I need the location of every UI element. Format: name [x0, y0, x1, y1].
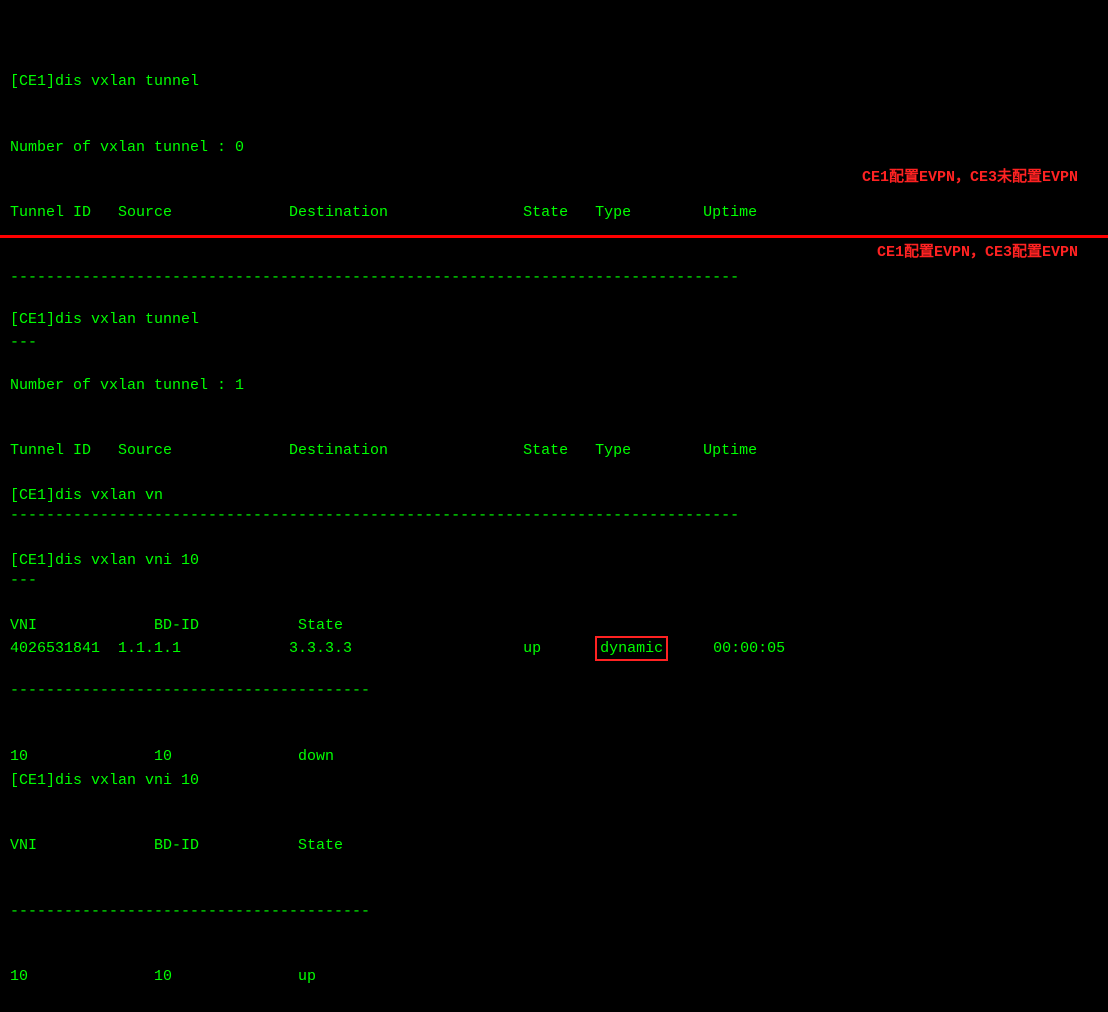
- dynamic-badge: dynamic: [595, 636, 668, 662]
- line-13: [CE1]dis vxlan tunnel: [10, 309, 785, 331]
- line-21: VNI BD-ID State: [10, 835, 785, 857]
- line-3: Tunnel ID Source Destination State Type …: [10, 202, 1098, 224]
- terminal-bottom: [CE1]dis vxlan tunnel Number of vxlan tu…: [0, 238, 795, 1012]
- line-20: [CE1]dis vxlan vni 10: [10, 770, 785, 792]
- line-22: ----------------------------------------: [10, 901, 785, 923]
- line-17: ---: [10, 570, 785, 592]
- line-19: [10, 705, 785, 727]
- annotation-top: CE1配置EVPN，CE3未配置EVPN: [862, 165, 1078, 186]
- line-15: Tunnel ID Source Destination State Type …: [10, 440, 785, 462]
- line-18: 4026531841 1.1.1.1 3.3.3.3 up dynamic 00…: [10, 636, 785, 662]
- line-1: [CE1]dis vxlan tunnel: [10, 71, 1098, 93]
- line-14: Number of vxlan tunnel : 1: [10, 375, 785, 397]
- line-23: 10 10 up: [10, 966, 785, 988]
- annotation-bottom: CE1配置EVPN，CE3配置EVPN: [877, 240, 1078, 261]
- line-16: ----------------------------------------…: [10, 505, 785, 527]
- line-2: Number of vxlan tunnel : 0: [10, 137, 1098, 159]
